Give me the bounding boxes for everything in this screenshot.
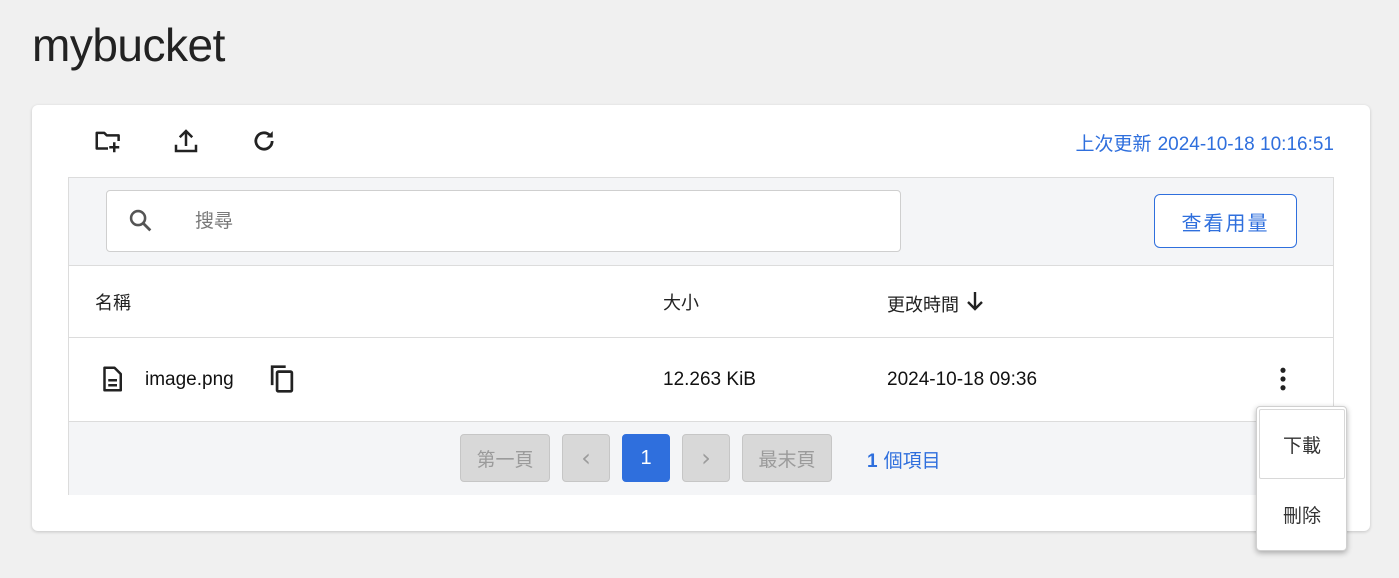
last-page-button[interactable]: 最末頁	[742, 434, 832, 482]
search-box[interactable]	[106, 190, 901, 252]
upload-icon[interactable]	[170, 125, 202, 157]
column-header-modified-label: 更改時間	[887, 294, 959, 316]
file-panel: 查看用量 名稱 大小 更改時間 image.png	[68, 177, 1334, 495]
file-document-icon	[97, 364, 127, 400]
view-usage-button[interactable]: 查看用量	[1154, 194, 1297, 248]
last-updated-label: 上次更新	[1075, 133, 1152, 155]
copy-icon[interactable]	[267, 363, 297, 401]
file-modified: 2024-10-18 09:36	[887, 369, 1038, 390]
search-input[interactable]	[195, 205, 875, 237]
table-row[interactable]: image.png 12.263 KiB 2024-10-18 09:36	[69, 338, 1333, 422]
arrow-down-icon	[963, 289, 987, 318]
column-header-name[interactable]: 名稱	[95, 289, 131, 315]
item-count-number: 1	[867, 451, 878, 472]
page-title: mybucket	[32, 19, 225, 71]
refresh-icon[interactable]	[248, 125, 280, 157]
file-size: 12.263 KiB	[663, 369, 756, 390]
table-header: 名稱 大小 更改時間	[69, 266, 1333, 338]
row-context-menu: 下載 刪除	[1256, 406, 1347, 551]
file-name[interactable]: image.png	[145, 369, 234, 391]
last-updated: 上次更新 2024-10-18 10:16:51	[1076, 129, 1335, 156]
create-new-folder-icon[interactable]	[92, 125, 124, 157]
pagination: 第一頁 ‹ 1 › 最末頁 1 個項目	[69, 422, 1333, 495]
last-updated-value: 2024-10-18 10:16:51	[1157, 134, 1334, 155]
search-icon	[127, 207, 155, 239]
item-count: 1 個項目	[867, 446, 941, 473]
current-page-button[interactable]: 1	[622, 434, 670, 482]
first-page-button[interactable]: 第一頁	[460, 434, 550, 482]
menu-item-download[interactable]: 下載	[1259, 409, 1345, 479]
prev-page-button[interactable]: ‹	[562, 434, 610, 482]
column-header-size[interactable]: 大小	[663, 289, 699, 315]
item-count-label: 個項目	[883, 450, 941, 472]
bucket-card: 上次更新 2024-10-18 10:16:51 查看用量 名稱 大小 更改時間	[32, 105, 1370, 531]
column-header-modified[interactable]: 更改時間	[887, 289, 987, 318]
menu-item-delete[interactable]: 刪除	[1259, 479, 1345, 549]
more-vert-icon[interactable]	[1269, 365, 1297, 399]
search-row: 查看用量	[69, 178, 1333, 266]
next-page-button[interactable]: ›	[682, 434, 730, 482]
